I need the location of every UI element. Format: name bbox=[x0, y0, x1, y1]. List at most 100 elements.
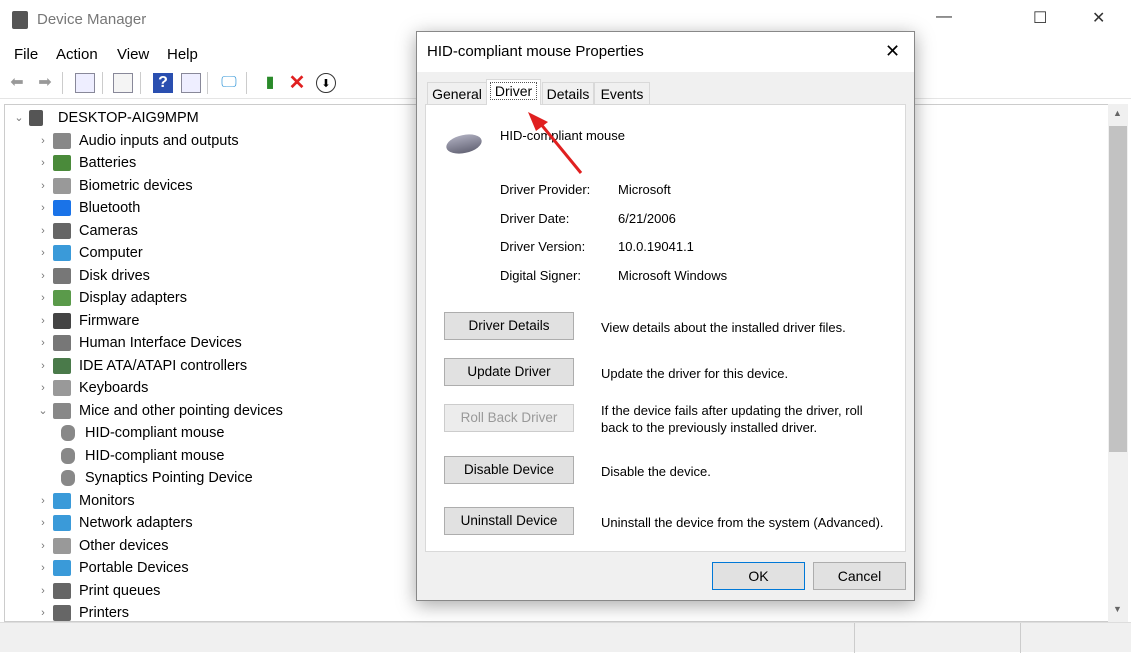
tab-general[interactable]: General bbox=[427, 82, 487, 104]
device-category-icon bbox=[53, 560, 71, 576]
field-label: Driver Date: bbox=[500, 210, 570, 226]
properties-icon[interactable] bbox=[113, 73, 133, 93]
maximize-button[interactable]: ☐ bbox=[1033, 8, 1047, 28]
tree-item-label: Firmware bbox=[79, 312, 140, 329]
expand-icon[interactable]: › bbox=[37, 265, 49, 287]
action-description: View details about the installed driver … bbox=[601, 320, 846, 335]
field-value: 10.0.19041.1 bbox=[618, 239, 694, 254]
tree-item-label: Printers bbox=[79, 605, 129, 621]
show-action-pane-icon[interactable] bbox=[181, 73, 201, 93]
scroll-down-icon[interactable]: ▼ bbox=[1113, 604, 1122, 614]
expand-icon[interactable]: › bbox=[37, 512, 49, 534]
field-value: 6/21/2006 bbox=[618, 210, 676, 226]
action-description: Update the driver for this device. bbox=[601, 366, 789, 381]
menu-file[interactable]: File bbox=[14, 46, 38, 63]
device-category-icon bbox=[53, 155, 71, 171]
cancel-button[interactable]: Cancel bbox=[813, 562, 906, 590]
expand-icon[interactable]: › bbox=[37, 535, 49, 557]
disable-device-icon[interactable]: ⬇ bbox=[316, 73, 336, 93]
window-title: Device Manager bbox=[37, 11, 147, 28]
mouse-icon bbox=[444, 131, 484, 157]
menu-action[interactable]: Action bbox=[56, 46, 98, 63]
device-name: HID-compliant mouse bbox=[500, 128, 625, 143]
device-category-icon bbox=[53, 177, 71, 194]
tree-item-label: Print queues bbox=[79, 582, 161, 599]
field-value: Microsoft bbox=[618, 182, 671, 197]
expand-icon[interactable]: › bbox=[37, 152, 49, 174]
tree-item-label: Synaptics Pointing Device bbox=[85, 470, 253, 486]
dialog-close-button[interactable]: ✕ bbox=[885, 41, 900, 62]
collapse-icon[interactable]: ⌄ bbox=[37, 400, 49, 422]
forward-icon[interactable]: ➡ bbox=[35, 73, 55, 93]
action-button[interactable]: Uninstall Device bbox=[444, 507, 574, 535]
field-value: Microsoft Windows bbox=[618, 267, 728, 283]
tree-item-label: Disk drives bbox=[79, 267, 150, 284]
expand-icon[interactable]: › bbox=[37, 580, 49, 602]
action-description: If the device fails after updating the d… bbox=[601, 403, 863, 435]
tree-item-label: Monitors bbox=[79, 492, 135, 509]
field-label: Driver Version: bbox=[500, 239, 586, 254]
expand-icon[interactable]: › bbox=[37, 197, 49, 219]
tree-root-label: DESKTOP-AIG9MPM bbox=[58, 110, 199, 126]
tree-item-label: Computer bbox=[79, 245, 143, 261]
tree-item-label: Portable Devices bbox=[79, 560, 189, 576]
expand-icon[interactable]: › bbox=[37, 602, 49, 624]
expand-icon[interactable]: › bbox=[37, 557, 49, 579]
expand-icon[interactable]: › bbox=[37, 332, 49, 354]
update-driver-icon[interactable]: ▮ bbox=[260, 73, 280, 93]
device-category-icon bbox=[53, 267, 71, 284]
tree-item-label: Mice and other pointing devices bbox=[79, 402, 283, 419]
computer-icon bbox=[29, 110, 43, 126]
help-icon[interactable]: ? bbox=[153, 73, 173, 93]
expand-icon[interactable]: › bbox=[37, 287, 49, 309]
device-category-icon bbox=[53, 200, 71, 216]
device-category-icon bbox=[53, 222, 71, 239]
menu-view[interactable]: View bbox=[117, 46, 149, 63]
tree-item-label: Network adapters bbox=[79, 515, 193, 531]
scrollbar-thumb[interactable] bbox=[1109, 126, 1127, 452]
tab-driver-label: Driver bbox=[489, 82, 538, 100]
device-category-icon bbox=[53, 132, 71, 149]
tree-item-label: Audio inputs and outputs bbox=[79, 132, 239, 149]
expand-icon[interactable]: › bbox=[37, 220, 49, 242]
action-button[interactable]: Driver Details bbox=[444, 312, 574, 340]
tab-events[interactable]: Events bbox=[594, 82, 650, 104]
action-button[interactable]: Roll Back Driver bbox=[444, 404, 574, 432]
action-button[interactable]: Update Driver bbox=[444, 358, 574, 386]
device-category-icon bbox=[53, 290, 71, 306]
expand-icon[interactable]: › bbox=[37, 377, 49, 399]
ok-button[interactable]: OK bbox=[712, 562, 805, 590]
device-category-icon bbox=[53, 402, 71, 419]
tree-item-label: HID-compliant mouse bbox=[85, 425, 225, 441]
tree-item-label: HID-compliant mouse bbox=[85, 447, 225, 464]
scroll-up-icon[interactable]: ▲ bbox=[1113, 108, 1122, 118]
uninstall-icon[interactable]: ✕ bbox=[287, 73, 307, 93]
menu-help[interactable]: Help bbox=[167, 46, 198, 63]
field-label: Digital Signer: bbox=[500, 267, 581, 283]
action-button[interactable]: Disable Device bbox=[444, 456, 574, 484]
device-category-icon bbox=[53, 605, 71, 621]
device-category-icon bbox=[61, 447, 75, 464]
expand-icon[interactable]: › bbox=[37, 355, 49, 377]
show-hide-console-tree-icon[interactable] bbox=[75, 73, 95, 93]
expand-icon[interactable]: › bbox=[37, 175, 49, 197]
device-category-icon bbox=[53, 515, 71, 531]
tab-details[interactable]: Details bbox=[542, 82, 594, 104]
tab-driver[interactable]: Driver bbox=[486, 79, 541, 105]
tree-item-label: Display adapters bbox=[79, 290, 187, 306]
device-category-icon bbox=[53, 245, 71, 261]
collapse-icon[interactable]: ⌄ bbox=[13, 107, 25, 129]
expand-icon[interactable]: › bbox=[37, 130, 49, 152]
expand-icon[interactable]: › bbox=[37, 310, 49, 332]
expand-icon[interactable]: › bbox=[37, 490, 49, 512]
back-icon[interactable]: ⬅ bbox=[7, 73, 27, 93]
minimize-button[interactable]: — bbox=[936, 8, 952, 26]
expand-icon[interactable]: › bbox=[37, 242, 49, 264]
scan-hardware-icon[interactable]: 🖵 bbox=[219, 73, 239, 93]
device-category-icon bbox=[53, 537, 71, 554]
driver-tab-panel: HID-compliant mouse Driver Provider: Micr… bbox=[425, 104, 906, 552]
close-button[interactable]: ✕ bbox=[1092, 8, 1105, 28]
action-description: Uninstall the device from the system (Ad… bbox=[601, 515, 884, 530]
tree-item-label: Bluetooth bbox=[79, 200, 141, 216]
tree-item-label: Cameras bbox=[79, 222, 138, 239]
